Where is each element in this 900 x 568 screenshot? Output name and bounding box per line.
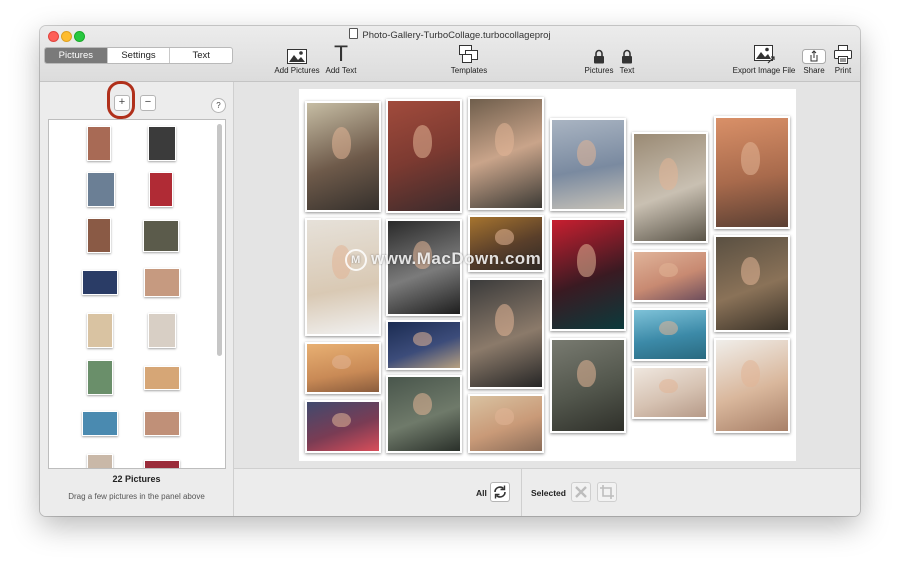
picture-thumbnail[interactable] [144,366,180,390]
drag-hint: Drag a few pictures in the panel above [68,492,205,501]
tab-text[interactable]: Text [170,48,232,63]
delete-icon [575,486,587,498]
picture-thumbnail[interactable] [87,126,111,161]
picture-thumbnail[interactable] [144,460,180,468]
picture-thumbnail[interactable] [87,218,111,253]
picture-thumbnail[interactable] [149,172,173,207]
remove-picture-button[interactable]: − [140,95,156,111]
templates-label: Templates [450,66,488,75]
tab-settings[interactable]: Settings [108,48,171,63]
collage-photo[interactable] [468,394,544,453]
sidebar-tabs: Pictures Settings Text [44,47,233,64]
lock-icon [594,49,604,64]
watermark-logo: M [345,249,367,271]
export-image-button[interactable]: Export Image File [730,44,798,75]
lock-icon [622,49,632,64]
templates-icon [459,45,478,63]
collage-photo[interactable] [305,218,381,336]
picture-thumbnail[interactable] [148,313,176,348]
lock-pictures-button[interactable]: Pictures [582,44,616,75]
collage-photo[interactable] [305,342,381,394]
share-button[interactable]: Share [800,44,828,75]
collage-photo[interactable] [550,118,626,211]
collage-photo[interactable] [386,375,462,453]
collage-photo[interactable] [714,116,790,229]
collage-photo[interactable] [632,132,708,243]
titlebar: Photo-Gallery-TurboCollage.turbocollagep… [40,26,860,82]
collage-photo[interactable] [305,400,381,453]
picture-thumbnail[interactable] [144,268,180,297]
collage-photo[interactable] [714,235,790,332]
collage-photo[interactable] [550,338,626,433]
picture-thumbnail[interactable] [148,126,176,161]
add-text-button[interactable]: T Add Text [323,42,359,76]
picture-thumbnail[interactable] [87,454,113,468]
tab-pictures[interactable]: Pictures [45,48,108,63]
collage-photo[interactable] [386,99,462,213]
collage-photo[interactable] [550,218,626,331]
add-text-label: Add Text [325,66,357,75]
text-icon: T [334,42,348,66]
export-image-label: Export Image File [732,66,796,75]
shuffle-all-button[interactable] [490,482,510,502]
add-picture-button[interactable]: + [114,95,130,111]
all-label: All [476,488,487,498]
collage-photo[interactable] [632,366,708,419]
picture-thumbnail[interactable] [82,270,118,295]
templates-button[interactable]: Templates [445,44,493,75]
collage-photo[interactable] [632,250,708,302]
app-window: Photo-Gallery-TurboCollage.turbocollagep… [40,26,860,516]
selected-label: Selected [531,488,566,498]
image-icon [287,49,307,64]
watermark: Mwww.MacDown.com [345,249,541,271]
print-button[interactable]: Print [830,44,856,75]
add-pictures-button[interactable]: Add Pictures [272,44,322,75]
collage-canvas-area [234,82,860,468]
crop-icon [600,485,614,499]
picture-thumbnail[interactable] [143,220,179,252]
print-label: Print [834,66,852,75]
picture-thumbnail[interactable] [87,313,113,348]
collage-photo[interactable] [468,278,544,389]
picture-count: 22 Pictures [112,474,161,484]
bottom-toolbar: All Selected [234,468,860,516]
collage-photo[interactable] [468,97,544,210]
share-icon [802,49,826,64]
collage-photo[interactable] [305,101,381,212]
picture-thumbnail[interactable] [87,360,113,395]
shuffle-icon [494,485,506,499]
share-label: Share [803,66,825,75]
picture-thumbnail[interactable] [144,411,180,436]
crop-selected-button[interactable] [597,482,617,502]
bottom-divider [521,469,522,516]
lock-pictures-label: Pictures [584,66,614,75]
collage-photo[interactable] [632,308,708,361]
picture-list-scrollbar[interactable] [217,124,222,356]
add-pictures-label: Add Pictures [274,66,320,75]
picture-list[interactable] [48,119,226,469]
picture-thumbnail[interactable] [87,172,115,207]
collage-page[interactable] [299,89,796,461]
collage-photo[interactable] [386,320,462,370]
print-icon [834,45,852,64]
export-image-icon [753,45,775,64]
lock-text-label: Text [619,66,635,75]
pictures-sidebar: + − ? 22 Pictures Drag a few pictures in… [40,81,234,516]
help-button[interactable]: ? [211,98,226,113]
delete-selected-button[interactable] [571,482,591,502]
document-icon [349,28,359,39]
collage-photo[interactable] [714,338,790,433]
lock-text-button[interactable]: Text [616,44,638,75]
picture-thumbnail[interactable] [82,411,118,436]
window-title: Photo-Gallery-TurboCollage.turbocollagep… [40,28,860,41]
